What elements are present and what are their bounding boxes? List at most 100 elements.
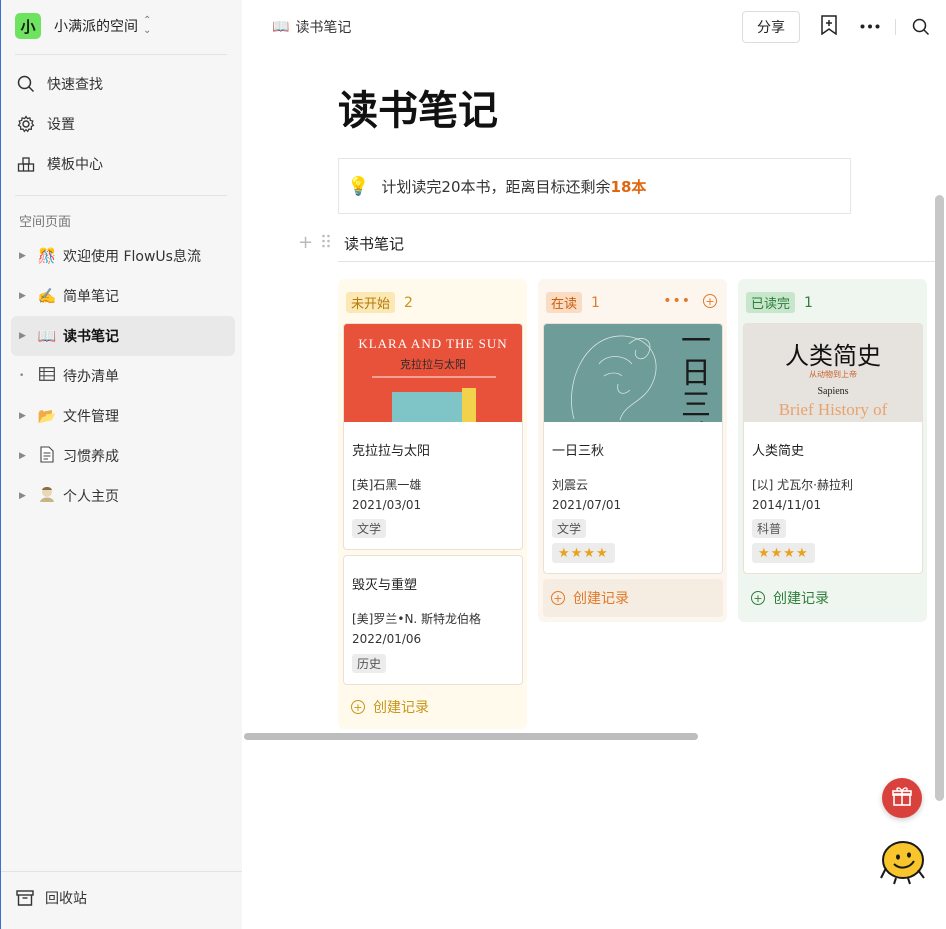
workspace-switcher[interactable]: 小 小满派的空间 ⌃ ⌄ [15,13,151,39]
open-book-icon: 📖 [37,327,57,345]
avatar-icon [37,485,57,507]
template-icon [15,153,37,175]
board-card[interactable]: 毁灭与重塑 [美]罗兰•N. 斯特龙伯格 2022/01/06 历史 [343,555,523,685]
new-record-button[interactable]: + 创建记录 [343,688,523,726]
nav-settings[interactable]: 设置 [15,112,75,136]
plus-circle-icon: + [351,700,365,714]
card-tag: 文学 [352,519,387,538]
column-header[interactable]: 已读完 1 [746,292,813,313]
nav-label: 快速查找 [47,77,103,93]
board-card[interactable]: KLARA AND THE SUN 克拉拉与太阳 克拉拉与太阳 [英]石黑一雄 … [343,323,523,550]
sidebar-item-welcome[interactable]: ▶ 🎊 欢迎使用 FlowUs息流 [11,236,235,276]
card-tag: 文学 [552,519,587,538]
board-card[interactable]: 一日三秋 一日三秋 刘震云 2021/07/01 文学 ★★★★ [543,323,723,574]
expand-arrow-icon[interactable]: ▶ [19,451,33,461]
expand-arrow-icon[interactable]: ▶ [19,291,33,301]
more-icon[interactable]: ••• [663,293,691,309]
workspace-name: 小满派的空间 [54,19,138,35]
new-record-button[interactable]: + 创建记录 [743,579,923,617]
nav-quick-search[interactable]: 快速查找 [15,72,103,96]
callout-block[interactable]: 💡 计划读完20本书，距离目标还剩余 18本 [338,158,851,214]
page-title[interactable]: 读书笔记 [338,78,498,136]
section-label: 空间页面 [19,215,72,230]
vertical-scrollbar[interactable] [935,195,944,801]
callout-highlight: 18本 [610,177,647,196]
sidebar-item-todo[interactable]: • 待办清单 [11,356,235,396]
block-tools: + [298,232,331,253]
cover-title: 一日三秋 [681,324,711,423]
sidebar-item-reading-notes[interactable]: ▶ 📖 读书笔记 [11,316,235,356]
expand-arrow-icon[interactable]: ▶ [19,491,33,501]
card-author: [美]罗兰•N. 斯特龙伯格 [352,612,482,626]
add-bookmark-icon[interactable] [820,15,838,35]
card-title: 克拉拉与太阳 [352,444,431,459]
horizontal-scrollbar[interactable] [244,733,698,740]
card-author: [英]石黑一雄 [352,478,422,492]
assistant-mascot-icon[interactable] [878,838,928,890]
sidebar-item-notes[interactable]: ▶ ✍️ 简单笔记 [11,276,235,316]
board-card[interactable]: 人类简史 从动物到上帝 Sapiens Brief History of 人类简… [743,323,923,574]
lightbulb-icon: 💡 [347,175,370,197]
nav-label: 设置 [47,117,75,133]
new-record-button[interactable]: + 创建记录 [543,579,723,617]
breadcrumb-label: 读书笔记 [295,20,352,36]
column-actions: ••• + [663,293,717,309]
add-card-icon[interactable]: + [703,294,717,308]
new-record-label: 创建记录 [773,591,829,607]
document-icon [37,445,57,467]
book-cover: 一日三秋 [544,324,722,422]
cover-en-subtitle: Brief History of [778,400,888,419]
board-column-reading: 在读 1 ••• + 一日三秋 一日三秋 刘震云 2021/07/01 文学 ★… [538,279,727,622]
card-title: 人类简史 [752,444,805,459]
workspace-avatar: 小 [15,13,41,39]
sidebar: 小 小满派的空间 ⌃ ⌄ 快速查找 设置 模板中心 空间页面 ▶ 🎊 欢迎使用 F… [0,0,242,929]
cover-subtitle: 从动物到上帝 [809,370,857,379]
card-date: 2014/11/01 [752,498,822,512]
column-header[interactable]: 在读 1 [546,292,600,313]
sidebar-item-label: 读书笔记 [63,329,119,345]
table-icon [37,367,57,385]
divider [1,871,242,872]
search-icon[interactable] [912,18,930,36]
view-title[interactable]: 读书笔记 [344,233,404,254]
divider [895,19,896,35]
cover-title: 人类简史 [785,342,881,370]
cover-subtitle: 克拉拉与太阳 [400,358,466,371]
callout-text: 计划读完20本书，距离目标还剩余 [381,177,611,196]
expand-arrow-icon[interactable]: ▶ [19,411,33,421]
sidebar-item-label: 习惯养成 [63,449,119,465]
card-date: 2021/07/01 [552,498,622,512]
trash-button[interactable]: 回收站 [15,888,87,908]
divider [338,261,935,262]
expand-arrow-icon[interactable]: ▶ [19,331,33,341]
sidebar-item-profile[interactable]: ▶ 个人主页 [11,476,235,516]
nav-templates[interactable]: 模板中心 [15,152,103,176]
gear-icon [15,113,37,135]
share-button[interactable]: 分享 [742,11,800,43]
sidebar-item-files[interactable]: ▶ 📂 文件管理 [11,396,235,436]
divider [15,195,227,196]
writing-hand-icon: ✍️ [37,287,57,305]
breadcrumb[interactable]: 📖 读书笔记 [272,17,351,37]
more-icon[interactable] [860,24,880,29]
column-count: 2 [404,294,413,311]
chevron-updown-icon: ⌃ ⌄ [143,15,152,36]
status-tag: 未开始 [346,292,396,313]
status-tag: 已读完 [746,292,796,313]
nav-label: 模板中心 [47,157,103,173]
folder-icon: 📂 [37,407,57,425]
plus-circle-icon: + [751,591,765,605]
gift-button[interactable] [882,778,922,818]
sidebar-item-label: 待办清单 [63,369,119,385]
card-tag: 科普 [752,519,787,538]
divider [15,54,227,55]
drag-handle-icon[interactable] [321,232,331,253]
column-header[interactable]: 未开始 2 [346,292,413,313]
new-record-label: 创建记录 [573,591,629,607]
sidebar-item-habits[interactable]: ▶ 习惯养成 [11,436,235,476]
board-column-todo: 未开始 2 KLARA AND THE SUN 克拉拉与太阳 克拉拉与太阳 [英… [338,279,527,729]
status-tag: 在读 [546,292,583,313]
rating-stars: ★★★★ [552,543,615,563]
expand-arrow-icon[interactable]: ▶ [19,251,33,261]
add-block-icon[interactable]: + [298,232,313,253]
